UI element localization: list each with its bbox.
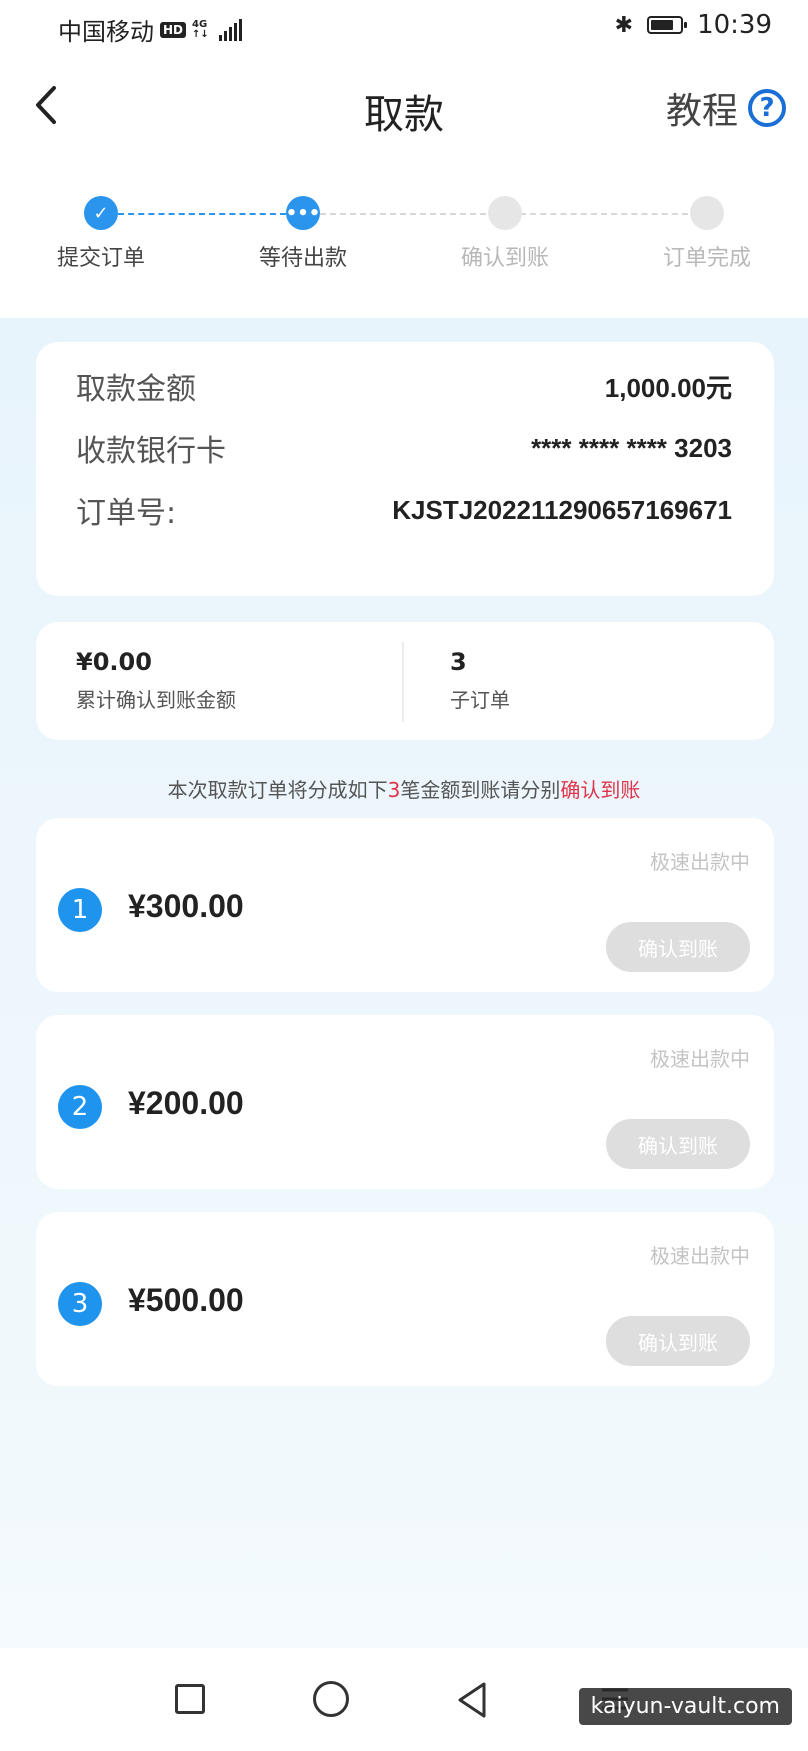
system-back-button[interactable] (454, 1680, 490, 1724)
bank-card-row: 收款银行卡 **** **** **** 3203 (76, 426, 732, 470)
confirm-receipt-button[interactable]: 确认到账 (606, 922, 750, 972)
home-button[interactable] (313, 1681, 349, 1717)
stats-card: ¥0.00 累计确认到账金额 3 子订单 (36, 622, 774, 740)
step-label: 等待出款 (258, 246, 347, 271)
step-label: 提交订单 (56, 246, 145, 271)
sub-order-index: 2 (58, 1085, 102, 1129)
recent-apps-button[interactable] (175, 1684, 205, 1714)
amount-row: 取款金额 1,000.00元 (76, 364, 732, 408)
sub-order-status: 极速出款中 (650, 1244, 750, 1268)
check-icon: ✓ (84, 196, 118, 230)
step-dot (690, 196, 724, 230)
order-info-card: 取款金额 1,000.00元 收款银行卡 **** **** **** 3203… (36, 342, 774, 596)
step-label: 确认到账 (460, 246, 549, 271)
amount-value: 1,000.00元 (604, 372, 732, 403)
network-type-label: 4G (192, 18, 208, 30)
content-area: 取款金额 1,000.00元 收款银行卡 **** **** **** 3203… (0, 318, 808, 1648)
step-submit-order: ✓ 提交订单 (1, 196, 201, 272)
watermark: kaiyun-vault.com (578, 1688, 792, 1725)
sub-order-status: 极速出款中 (650, 850, 750, 874)
sub-order-status: 极速出款中 (650, 1047, 750, 1071)
split-notice: 本次取款订单将分成如下3笔金额到账请分别确认到账 (0, 774, 808, 803)
sub-order-card: 1 ¥300.00 极速出款中 确认到账 (36, 818, 774, 992)
sub-order-amount: ¥500.00 (128, 1282, 244, 1318)
sub-order-count-label: 子订单 (450, 688, 510, 712)
notice-count: 3 (387, 778, 401, 802)
battery-icon (647, 16, 688, 34)
step-confirm-receipt: 确认到账 (405, 196, 605, 272)
sub-order-count-value: 3 (450, 648, 467, 676)
carrier-name: 中国移动 (58, 18, 154, 46)
sub-order-amount: ¥300.00 (128, 888, 244, 924)
status-right: ✱ 10:39 (615, 10, 772, 40)
clock: 10:39 (697, 10, 772, 40)
progress-steps: ✓ 提交订单 ••• 等待出款 确认到账 订单完成 (0, 196, 808, 306)
status-bar: 中国移动 HD 4G ↑↓ ✱ 10:39 (0, 0, 808, 56)
sub-order-amount: ¥200.00 (128, 1085, 244, 1121)
sub-order-card: 2 ¥200.00 极速出款中 确认到账 (36, 1015, 774, 1189)
signal-icon (218, 18, 242, 41)
sub-order-card: 3 ¥500.00 极速出款中 确认到账 (36, 1212, 774, 1386)
tutorial-button[interactable]: 教程 ? (666, 82, 786, 134)
sub-order-index: 3 (58, 1282, 102, 1326)
network-type: 4G ↑↓ (192, 18, 209, 40)
order-number-label: 订单号: (76, 496, 177, 531)
tutorial-label: 教程 (665, 91, 738, 132)
notice-middle: 笔金额到账请分别 (400, 778, 561, 802)
bank-card-label: 收款银行卡 (76, 434, 226, 469)
sub-order-count-stat: 3 子订单 (450, 648, 510, 713)
amount-label: 取款金额 (76, 372, 196, 407)
step-label: 订单完成 (662, 246, 751, 271)
status-left: 中国移动 HD 4G ↑↓ (58, 12, 242, 47)
confirm-receipt-button[interactable]: 确认到账 (606, 1119, 750, 1169)
nav-bar: 取款 教程 ? (0, 60, 808, 156)
order-number-value: KJSTJ202211290657169671 (392, 494, 732, 525)
bank-card-value: **** **** **** 3203 (531, 432, 732, 463)
sub-order-index: 1 (58, 888, 102, 932)
help-icon: ? (748, 89, 786, 127)
confirmed-amount-stat: ¥0.00 累计确认到账金额 (76, 648, 236, 713)
confirmed-amount-value: ¥0.00 (76, 648, 152, 676)
more-dots-icon: ••• (286, 196, 320, 230)
order-number-row: 订单号: KJSTJ202211290657169671 (76, 488, 732, 532)
confirmed-amount-label: 累计确认到账金额 (76, 688, 236, 712)
step-order-complete: 订单完成 (607, 196, 807, 272)
network-arrows: ↑↓ (192, 28, 209, 40)
confirm-receipt-button[interactable]: 确认到账 (606, 1316, 750, 1366)
hd-badge: HD (160, 21, 187, 38)
triangle-back-icon (458, 1682, 486, 1718)
bluetooth-icon: ✱ (614, 12, 634, 38)
notice-prefix: 本次取款订单将分成如下 (167, 778, 388, 802)
stats-divider (402, 642, 404, 722)
step-awaiting-payout: ••• 等待出款 (203, 196, 403, 272)
notice-action: 确认到账 (560, 778, 641, 802)
step-dot (488, 196, 522, 230)
